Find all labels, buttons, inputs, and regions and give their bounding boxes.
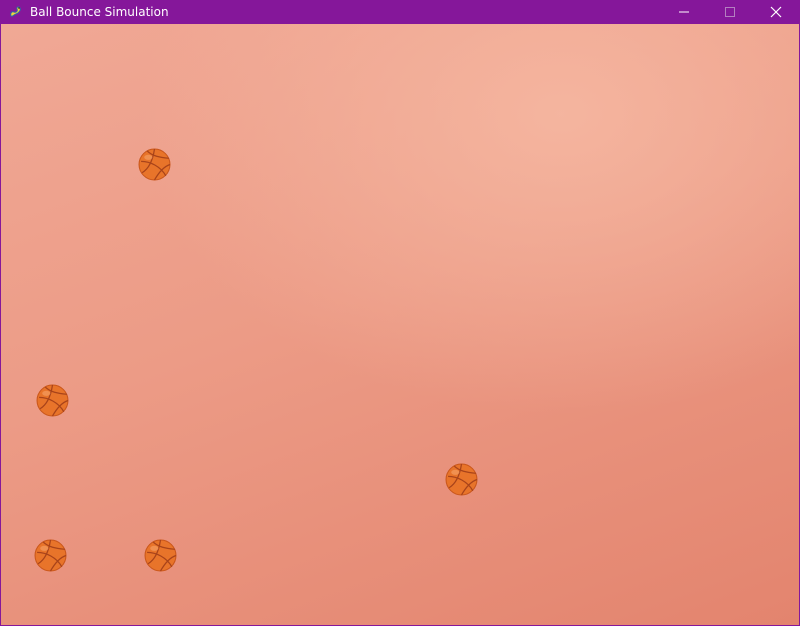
- app-window: Ball Bounce Simulation: [0, 0, 800, 626]
- maximize-button[interactable]: [707, 0, 753, 24]
- window-title: Ball Bounce Simulation: [30, 5, 169, 19]
- simulation-canvas: [1, 24, 799, 625]
- close-button[interactable]: [753, 0, 799, 24]
- basketball-icon: [445, 463, 478, 496]
- pygame-snake-icon: [8, 4, 24, 20]
- title-bar[interactable]: Ball Bounce Simulation: [1, 0, 799, 24]
- window-controls: [661, 0, 799, 24]
- minimize-icon: [679, 11, 689, 13]
- basketball-icon: [36, 384, 69, 417]
- basketball-icon: [34, 539, 67, 572]
- minimize-button[interactable]: [661, 0, 707, 24]
- basketball-icon: [144, 539, 177, 572]
- basketball-icon: [138, 148, 171, 181]
- maximize-icon: [725, 7, 735, 17]
- close-icon: [770, 6, 782, 18]
